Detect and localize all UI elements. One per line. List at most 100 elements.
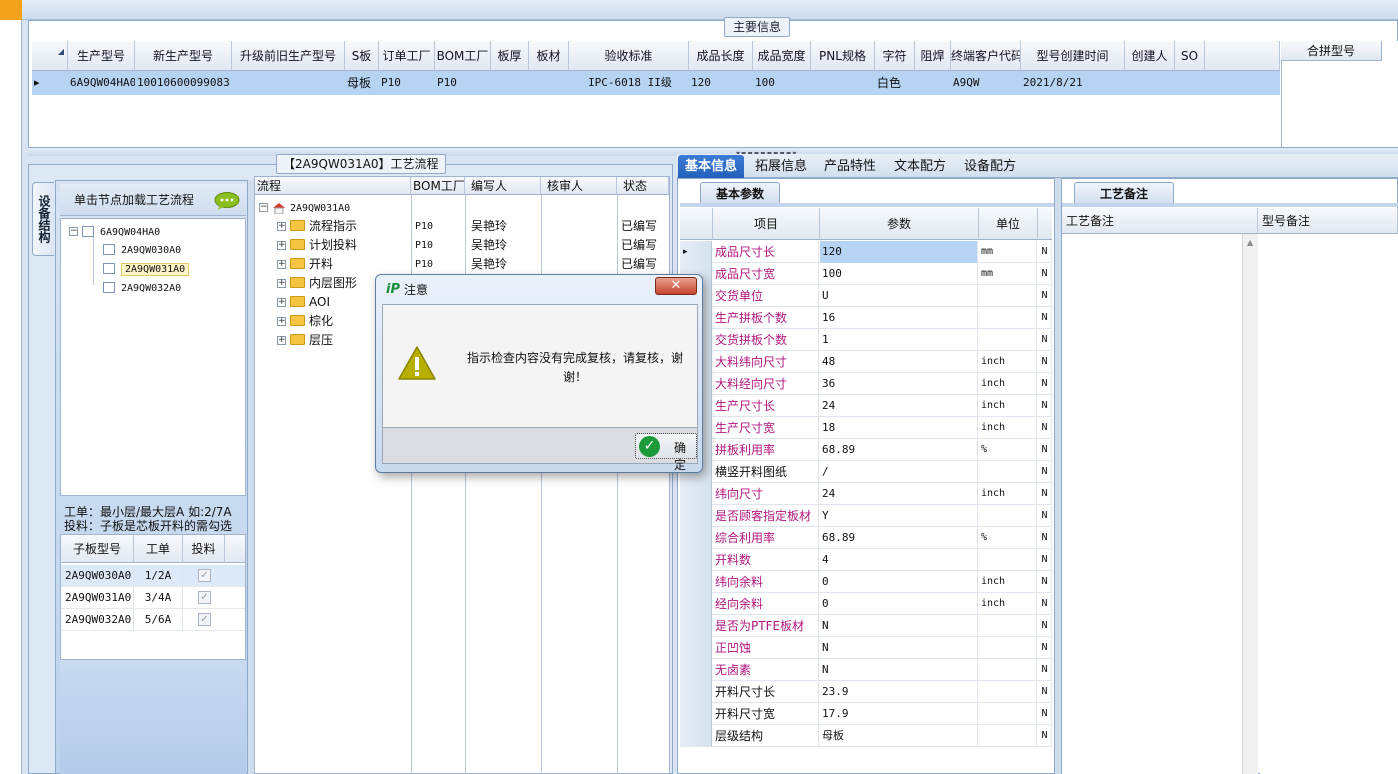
param-value[interactable]: 24 — [820, 483, 978, 505]
main-col-header[interactable]: S板 — [345, 41, 379, 71]
param-row[interactable]: 开料尺寸长 23.9 N — [680, 681, 1052, 703]
param-row[interactable]: 成品尺寸宽 100 mm N — [680, 263, 1052, 285]
process-step-row[interactable]: + 开料 P10 吴艳玲 已编写 — [255, 255, 669, 274]
tab-text-recipe[interactable]: 文本配方 — [887, 155, 953, 179]
feed-checkbox[interactable]: ✓ — [198, 613, 211, 626]
dialog-titlebar[interactable]: iP 注意 ✕ — [376, 275, 702, 303]
param-value[interactable]: 68.89 — [820, 527, 978, 549]
param-value[interactable]: 4 — [820, 549, 978, 571]
process-remark-textarea[interactable] — [1062, 234, 1258, 774]
process-root-node[interactable]: −2A9QW031A0 — [255, 198, 669, 217]
main-col-header[interactable]: 创建人 — [1125, 41, 1175, 71]
expand-icon[interactable]: + — [277, 279, 286, 288]
param-row[interactable]: 交货拼板个数 1 N — [680, 329, 1052, 351]
tree-child-node[interactable]: 2A9QW030A0 — [103, 240, 181, 258]
tab-product-features[interactable]: 产品特性 — [817, 155, 883, 179]
equipment-structure-tab[interactable]: 设备结构 — [32, 182, 54, 256]
tree-root-node[interactable]: −6A9QW04HA0 — [69, 222, 160, 240]
close-button[interactable]: ✕ — [655, 277, 697, 295]
param-value[interactable]: 36 — [820, 373, 978, 395]
param-value[interactable]: 17.9 — [820, 703, 978, 725]
param-row[interactable]: 纬向尺寸 24 inch N — [680, 483, 1052, 505]
tab-basic-info[interactable]: 基本信息 — [678, 155, 745, 179]
param-value[interactable]: 24 — [820, 395, 978, 417]
tab-process-remarks[interactable]: 工艺备注 — [1074, 182, 1174, 204]
collapse-icon[interactable]: − — [259, 203, 268, 212]
param-value[interactable]: 100 — [820, 263, 978, 285]
param-row[interactable]: 生产尺寸长 24 inch N — [680, 395, 1052, 417]
ok-button[interactable]: ✓ 确定 — [635, 433, 697, 472]
param-value[interactable]: 0 — [820, 571, 978, 593]
expand-icon[interactable]: + — [277, 336, 286, 345]
expand-icon[interactable]: + — [277, 260, 286, 269]
param-value[interactable]: Y — [820, 505, 978, 527]
expand-icon[interactable]: + — [277, 317, 286, 326]
param-value[interactable]: N — [820, 615, 978, 637]
main-col-header[interactable]: SO — [1175, 41, 1205, 71]
param-value[interactable]: U — [820, 285, 978, 307]
param-value[interactable]: 48 — [820, 351, 978, 373]
param-row[interactable]: 横竖开料图纸 / N — [680, 461, 1052, 483]
process-step-row[interactable]: + 流程指示 P10 吴艳玲 已编写 — [255, 217, 669, 236]
main-col-header[interactable]: 成品长度 — [689, 41, 753, 71]
tab-extended-info[interactable]: 拓展信息 — [748, 155, 814, 179]
param-row[interactable]: 经向余料 0 inch N — [680, 593, 1052, 615]
main-col-header[interactable]: 终端客户代码 — [951, 41, 1021, 71]
main-col-header[interactable]: 验收标准 — [569, 41, 689, 71]
tab-basic-params[interactable]: 基本参数 — [700, 182, 780, 204]
param-row[interactable]: 是否顾客指定板材 Y N — [680, 505, 1052, 527]
main-col-header[interactable]: 型号创建时间 — [1021, 41, 1125, 71]
feed-checkbox[interactable]: ✓ — [198, 569, 211, 582]
main-col-header[interactable]: 订单工厂 — [379, 41, 435, 71]
expand-icon[interactable]: + — [277, 241, 286, 250]
main-col-header[interactable]: 字符 — [875, 41, 915, 71]
param-row[interactable]: 纬向余料 0 inch N — [680, 571, 1052, 593]
param-row[interactable]: 大料纬向尺寸 48 inch N — [680, 351, 1052, 373]
expand-icon[interactable]: + — [277, 298, 286, 307]
feed-checkbox[interactable]: ✓ — [198, 591, 211, 604]
main-col-header[interactable]: 成品宽度 — [753, 41, 811, 71]
param-row[interactable]: 无卤素 N N — [680, 659, 1052, 681]
main-col-header[interactable]: 新生产型号 — [135, 41, 232, 71]
table-row[interactable]: 2A9QW032A0 5/6A ✓ — [61, 609, 245, 631]
param-value[interactable]: N — [820, 659, 978, 681]
main-col-header[interactable]: 板材 — [529, 41, 569, 71]
param-value[interactable]: 18 — [820, 417, 978, 439]
param-row[interactable]: 拼板利用率 68.89% N — [680, 439, 1052, 461]
param-row[interactable]: 大料经向尺寸 36 inch N — [680, 373, 1052, 395]
param-value[interactable]: 120 — [820, 241, 978, 263]
process-step-row[interactable]: + 计划投料 P10 吴艳玲 已编写 — [255, 236, 669, 255]
param-row[interactable]: 开料数 4 N — [680, 549, 1052, 571]
param-row[interactable]: 交货单位 U N — [680, 285, 1052, 307]
collapse-icon[interactable]: − — [69, 227, 78, 236]
param-row[interactable]: 层级结构 母板 N — [680, 725, 1052, 747]
param-value[interactable]: / — [820, 461, 978, 483]
model-remark-textarea[interactable] — [1260, 234, 1398, 774]
param-value[interactable]: 68.89 — [820, 439, 978, 461]
main-col-header[interactable]: 阻焊 — [915, 41, 951, 71]
param-row[interactable]: 生产拼板个数 16 N — [680, 307, 1052, 329]
main-col-header[interactable]: 板厚 — [491, 41, 529, 71]
param-row[interactable]: ▸ 成品尺寸长 120 mm N — [680, 241, 1052, 263]
expand-icon[interactable]: + — [277, 222, 286, 231]
main-col-header[interactable]: PNL规格 — [811, 41, 875, 71]
param-row[interactable]: 开料尺寸宽 17.9 N — [680, 703, 1052, 725]
param-value[interactable]: 母板 — [820, 725, 978, 747]
main-col-header[interactable]: 生产型号 — [68, 41, 135, 71]
param-value[interactable]: 1 — [820, 329, 978, 351]
main-col-header[interactable]: BOM工厂 — [435, 41, 491, 71]
tab-equipment-recipe[interactable]: 设备配方 — [957, 155, 1023, 179]
param-row[interactable]: 生产尺寸宽 18 inch N — [680, 417, 1052, 439]
param-value[interactable]: N — [820, 637, 978, 659]
main-info-row[interactable]: ▸ 6A9QW04HA0 10010600099083 母板 P10 P10 IPC-601… — [32, 71, 1280, 95]
param-row[interactable]: 是否为PTFE板材 N N — [680, 615, 1052, 637]
tree-child-node-selected[interactable]: 2A9QW031A0 — [103, 259, 190, 277]
table-row[interactable]: 2A9QW031A0 3/4A ✓ — [61, 587, 245, 609]
param-row[interactable]: 综合利用率 68.89% N — [680, 527, 1052, 549]
param-value[interactable]: 16 — [820, 307, 978, 329]
table-row[interactable]: 2A9QW030A0 1/2A ✓ — [61, 565, 245, 587]
param-value[interactable]: 23.9 — [820, 681, 978, 703]
param-value[interactable]: 0 — [820, 593, 978, 615]
remark-scrollbar[interactable]: ▲ — [1242, 234, 1258, 774]
main-col-header[interactable]: 升级前旧生产型号 — [232, 41, 345, 71]
